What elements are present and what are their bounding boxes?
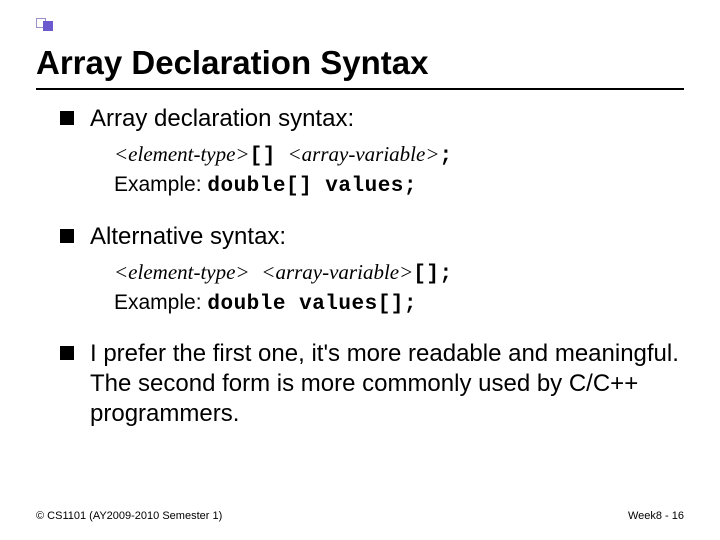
- bullet-item: Alternative syntax:: [60, 222, 684, 252]
- example-code: double values[];: [207, 293, 417, 316]
- syntax-semicolon: ;: [439, 145, 452, 168]
- deco-square-filled: [43, 21, 53, 31]
- example-line: Example: double values[];: [114, 289, 684, 319]
- syntax-element-type: <element-type>: [114, 142, 250, 166]
- example-label: Example:: [114, 291, 207, 314]
- syntax-line: <element-type> <array-variable>[];: [114, 258, 684, 289]
- syntax-array-variable: <array-variable>: [261, 260, 413, 284]
- corner-decoration: [36, 18, 56, 28]
- footer-right: Week8 - 16: [628, 510, 684, 522]
- example-label: Example:: [114, 173, 207, 196]
- slide: Array Declaration Syntax Array declarati…: [0, 0, 720, 540]
- syntax-element-type: <element-type>: [114, 260, 250, 284]
- syntax-brackets-semi: [];: [413, 263, 452, 286]
- bullet-sub: <element-type> <array-variable>[]; Examp…: [114, 258, 684, 320]
- content-area: Array declaration syntax: <element-type>…: [60, 104, 684, 429]
- syntax-array-variable: <array-variable>: [288, 142, 440, 166]
- syntax-brackets: []: [250, 145, 276, 168]
- square-bullet-icon: [60, 229, 74, 243]
- bullet-text: I prefer the first one, it's more readab…: [90, 339, 684, 429]
- example-line: Example: double[] values;: [114, 171, 684, 201]
- bullet-item: I prefer the first one, it's more readab…: [60, 339, 684, 429]
- bullet-text: Array declaration syntax:: [90, 104, 354, 134]
- title-underline: [36, 88, 684, 90]
- bullet-text: Alternative syntax:: [90, 222, 286, 252]
- square-bullet-icon: [60, 346, 74, 360]
- bullet-sub: <element-type>[] <array-variable>; Examp…: [114, 140, 684, 202]
- syntax-line: <element-type>[] <array-variable>;: [114, 140, 684, 171]
- page-title: Array Declaration Syntax: [36, 44, 684, 82]
- square-bullet-icon: [60, 111, 74, 125]
- bullet-item: Array declaration syntax:: [60, 104, 684, 134]
- footer: © CS1101 (AY2009-2010 Semester 1) Week8 …: [36, 510, 684, 522]
- example-code: double[] values;: [207, 175, 417, 198]
- footer-left: © CS1101 (AY2009-2010 Semester 1): [36, 510, 222, 522]
